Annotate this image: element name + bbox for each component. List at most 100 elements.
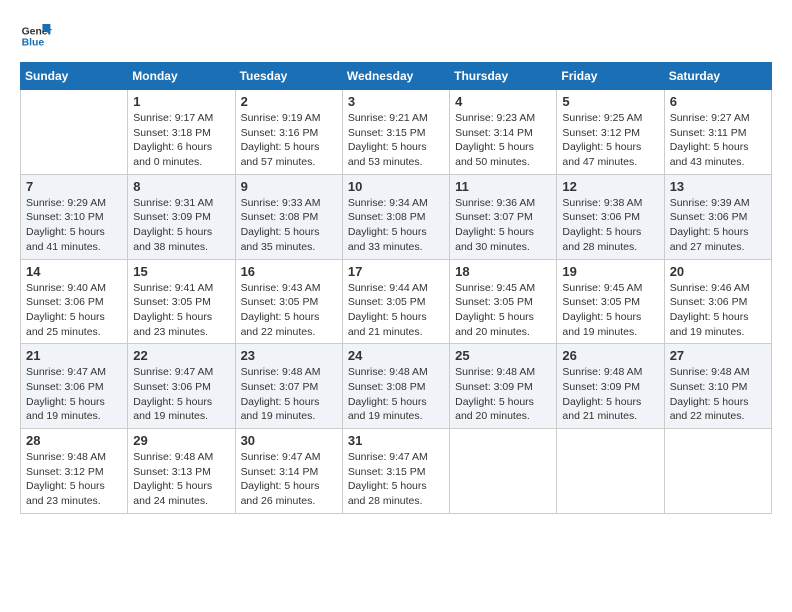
calendar-cell: 30 Sunrise: 9:47 AM Sunset: 3:14 PM Dayli…: [235, 429, 342, 514]
weekday-header-wednesday: Wednesday: [342, 63, 449, 90]
calendar-cell: 11Sunrise: 9:36 AM Sunset: 3:07 PM Dayli…: [450, 174, 557, 259]
weekday-header-thursday: Thursday: [450, 63, 557, 90]
day-info: Sunrise: 9:47 AM Sunset: 3:15 PM Dayligh…: [348, 450, 444, 509]
weekday-header-sunday: Sunday: [21, 63, 128, 90]
day-info: Sunrise: 9:38 AM Sunset: 3:06 PM Dayligh…: [562, 196, 658, 255]
day-number: 22: [133, 348, 229, 363]
day-info: Sunrise: 9:27 AM Sunset: 3:11 PM Dayligh…: [670, 111, 766, 170]
calendar-week-1: 1 Sunrise: 9:17 AM Sunset: 3:18 PM Daylig…: [21, 90, 772, 175]
calendar-header: SundayMondayTuesdayWednesdayThursdayFrid…: [21, 63, 772, 90]
day-number: 6: [670, 94, 766, 109]
calendar-cell: [557, 429, 664, 514]
calendar-cell: 25Sunrise: 9:48 AM Sunset: 3:09 PM Dayli…: [450, 344, 557, 429]
calendar-cell: 15 Sunrise: 9:41 AM Sunset: 3:05 PM Dayli…: [128, 259, 235, 344]
calendar-cell: 23Sunrise: 9:48 AM Sunset: 3:07 PM Dayli…: [235, 344, 342, 429]
day-info: Sunrise: 9:48 AM Sunset: 3:08 PM Dayligh…: [348, 365, 444, 424]
day-info: Sunrise: 9:21 AM Sunset: 3:15 PM Dayligh…: [348, 111, 444, 170]
logo-icon: General Blue: [20, 20, 52, 52]
day-info: Sunrise: 9:29 AM Sunset: 3:10 PM Dayligh…: [26, 196, 122, 255]
day-info: Sunrise: 9:48 AM Sunset: 3:10 PM Dayligh…: [670, 365, 766, 424]
day-info: Sunrise: 9:45 AM Sunset: 3:05 PM Dayligh…: [455, 281, 551, 340]
day-info: Sunrise: 9:46 AM Sunset: 3:06 PM Dayligh…: [670, 281, 766, 340]
calendar-cell: 1 Sunrise: 9:17 AM Sunset: 3:18 PM Daylig…: [128, 90, 235, 175]
day-number: 31: [348, 433, 444, 448]
calendar-cell: 20 Sunrise: 9:46 AM Sunset: 3:06 PM Dayli…: [664, 259, 771, 344]
day-info: Sunrise: 9:48 AM Sunset: 3:07 PM Dayligh…: [241, 365, 337, 424]
calendar-cell: 6 Sunrise: 9:27 AM Sunset: 3:11 PM Daylig…: [664, 90, 771, 175]
day-info: Sunrise: 9:17 AM Sunset: 3:18 PM Dayligh…: [133, 111, 229, 170]
calendar-cell: 13 Sunrise: 9:39 AM Sunset: 3:06 PM Dayli…: [664, 174, 771, 259]
day-info: Sunrise: 9:47 AM Sunset: 3:14 PM Dayligh…: [241, 450, 337, 509]
calendar-cell: 9 Sunrise: 9:33 AM Sunset: 3:08 PM Daylig…: [235, 174, 342, 259]
day-info: Sunrise: 9:48 AM Sunset: 3:13 PM Dayligh…: [133, 450, 229, 509]
day-info: Sunrise: 9:25 AM Sunset: 3:12 PM Dayligh…: [562, 111, 658, 170]
day-number: 30: [241, 433, 337, 448]
calendar-cell: 8Sunrise: 9:31 AM Sunset: 3:09 PM Daylig…: [128, 174, 235, 259]
calendar-cell: 27 Sunrise: 9:48 AM Sunset: 3:10 PM Dayli…: [664, 344, 771, 429]
weekday-header-monday: Monday: [128, 63, 235, 90]
calendar-week-5: 28 Sunrise: 9:48 AM Sunset: 3:12 PM Dayli…: [21, 429, 772, 514]
calendar-cell: 24 Sunrise: 9:48 AM Sunset: 3:08 PM Dayli…: [342, 344, 449, 429]
day-info: Sunrise: 9:44 AM Sunset: 3:05 PM Dayligh…: [348, 281, 444, 340]
day-info: Sunrise: 9:36 AM Sunset: 3:07 PM Dayligh…: [455, 196, 551, 255]
calendar-cell: [21, 90, 128, 175]
calendar-cell: 19Sunrise: 9:45 AM Sunset: 3:05 PM Dayli…: [557, 259, 664, 344]
calendar-cell: 16 Sunrise: 9:43 AM Sunset: 3:05 PM Dayli…: [235, 259, 342, 344]
day-number: 17: [348, 264, 444, 279]
day-info: Sunrise: 9:33 AM Sunset: 3:08 PM Dayligh…: [241, 196, 337, 255]
calendar-cell: 10 Sunrise: 9:34 AM Sunset: 3:08 PM Dayli…: [342, 174, 449, 259]
day-number: 18: [455, 264, 551, 279]
day-info: Sunrise: 9:40 AM Sunset: 3:06 PM Dayligh…: [26, 281, 122, 340]
day-info: Sunrise: 9:31 AM Sunset: 3:09 PM Dayligh…: [133, 196, 229, 255]
day-number: 3: [348, 94, 444, 109]
calendar-cell: 29 Sunrise: 9:48 AM Sunset: 3:13 PM Dayli…: [128, 429, 235, 514]
day-number: 21: [26, 348, 122, 363]
svg-text:Blue: Blue: [22, 38, 45, 49]
day-number: 16: [241, 264, 337, 279]
calendar-table: SundayMondayTuesdayWednesdayThursdayFrid…: [20, 62, 772, 514]
calendar-week-2: 7 Sunrise: 9:29 AM Sunset: 3:10 PM Daylig…: [21, 174, 772, 259]
day-info: Sunrise: 9:48 AM Sunset: 3:09 PM Dayligh…: [562, 365, 658, 424]
day-number: 27: [670, 348, 766, 363]
calendar-cell: 3 Sunrise: 9:21 AM Sunset: 3:15 PM Daylig…: [342, 90, 449, 175]
calendar-week-4: 21 Sunrise: 9:47 AM Sunset: 3:06 PM Dayli…: [21, 344, 772, 429]
day-number: 15: [133, 264, 229, 279]
day-info: Sunrise: 9:39 AM Sunset: 3:06 PM Dayligh…: [670, 196, 766, 255]
logo: General Blue: [20, 20, 52, 52]
day-info: Sunrise: 9:43 AM Sunset: 3:05 PM Dayligh…: [241, 281, 337, 340]
calendar-cell: 7 Sunrise: 9:29 AM Sunset: 3:10 PM Daylig…: [21, 174, 128, 259]
calendar-cell: 26 Sunrise: 9:48 AM Sunset: 3:09 PM Dayli…: [557, 344, 664, 429]
day-number: 14: [26, 264, 122, 279]
day-info: Sunrise: 9:23 AM Sunset: 3:14 PM Dayligh…: [455, 111, 551, 170]
day-number: 12: [562, 179, 658, 194]
day-number: 1: [133, 94, 229, 109]
weekday-header-tuesday: Tuesday: [235, 63, 342, 90]
day-number: 5: [562, 94, 658, 109]
day-number: 19: [562, 264, 658, 279]
day-number: 7: [26, 179, 122, 194]
calendar-cell: 21 Sunrise: 9:47 AM Sunset: 3:06 PM Dayli…: [21, 344, 128, 429]
day-number: 20: [670, 264, 766, 279]
day-number: 9: [241, 179, 337, 194]
day-info: Sunrise: 9:47 AM Sunset: 3:06 PM Dayligh…: [26, 365, 122, 424]
day-info: Sunrise: 9:41 AM Sunset: 3:05 PM Dayligh…: [133, 281, 229, 340]
calendar-cell: 22Sunrise: 9:47 AM Sunset: 3:06 PM Dayli…: [128, 344, 235, 429]
calendar-cell: 14 Sunrise: 9:40 AM Sunset: 3:06 PM Dayli…: [21, 259, 128, 344]
weekday-header-row: SundayMondayTuesdayWednesdayThursdayFrid…: [21, 63, 772, 90]
calendar-week-3: 14 Sunrise: 9:40 AM Sunset: 3:06 PM Dayli…: [21, 259, 772, 344]
day-number: 29: [133, 433, 229, 448]
calendar-cell: 17 Sunrise: 9:44 AM Sunset: 3:05 PM Dayli…: [342, 259, 449, 344]
day-number: 10: [348, 179, 444, 194]
day-info: Sunrise: 9:48 AM Sunset: 3:12 PM Dayligh…: [26, 450, 122, 509]
day-info: Sunrise: 9:48 AM Sunset: 3:09 PM Dayligh…: [455, 365, 551, 424]
calendar-cell: 18 Sunrise: 9:45 AM Sunset: 3:05 PM Dayli…: [450, 259, 557, 344]
day-info: Sunrise: 9:34 AM Sunset: 3:08 PM Dayligh…: [348, 196, 444, 255]
calendar-cell: 12 Sunrise: 9:38 AM Sunset: 3:06 PM Dayli…: [557, 174, 664, 259]
calendar-cell: [664, 429, 771, 514]
day-number: 4: [455, 94, 551, 109]
day-number: 28: [26, 433, 122, 448]
day-number: 24: [348, 348, 444, 363]
calendar-cell: 28 Sunrise: 9:48 AM Sunset: 3:12 PM Dayli…: [21, 429, 128, 514]
day-number: 26: [562, 348, 658, 363]
day-number: 13: [670, 179, 766, 194]
